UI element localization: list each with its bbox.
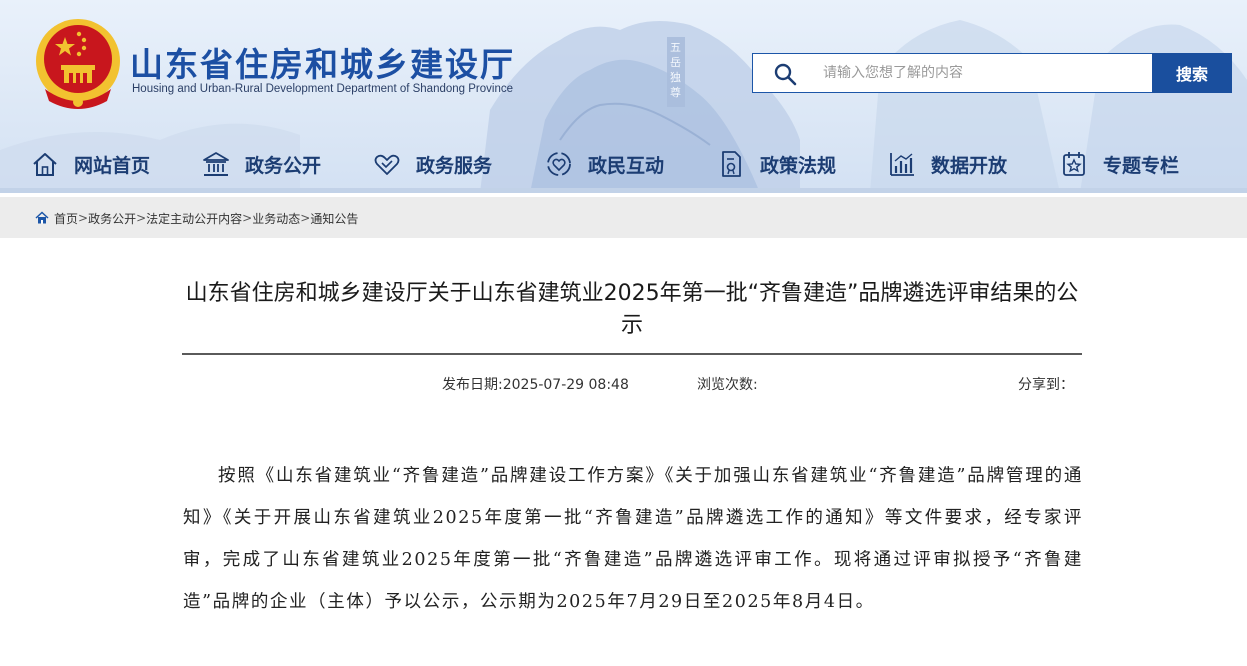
breadcrumb-separator: > xyxy=(136,211,147,225)
breadcrumb-separator: > xyxy=(300,211,311,225)
header-divider xyxy=(0,188,1247,193)
national-emblem-logo xyxy=(36,19,120,109)
main-navigation: 网站首页 政务公开 政务服务 政民互动 政策法规 数据开放 专题专栏 xyxy=(0,142,1247,186)
interaction-icon xyxy=(547,152,571,176)
breadcrumb-bar: 首页 > 政务公开 > 法定主动公开内容 > 业务动态 > 通知公告 xyxy=(0,197,1247,238)
article-body-paragraph: 按照《山东省建筑业“齐鲁建造”品牌建设工作方案》《关于加强山东省建筑业“齐鲁建造… xyxy=(183,466,1083,612)
nav-item-government-services[interactable]: 政务服务 xyxy=(372,142,492,186)
share-label[interactable]: 分享到： xyxy=(1018,374,1074,394)
nav-item-home[interactable]: 网站首页 xyxy=(30,142,150,186)
nav-item-special-topics[interactable]: 专题专栏 xyxy=(1059,142,1179,186)
nav-label: 政民互动 xyxy=(588,154,665,177)
nav-item-public-interaction[interactable]: 政民互动 xyxy=(544,142,664,186)
nav-label: 数据开放 xyxy=(931,154,1008,177)
site-header: 五岳独尊 山东省住房和城乡建设厅 Housing and Urban-Rural… xyxy=(0,0,1247,193)
nav-label: 政策法规 xyxy=(760,154,837,177)
breadcrumb-link-business-news[interactable]: 业务动态 xyxy=(252,210,300,227)
breadcrumb-separator: > xyxy=(78,211,89,225)
site-title: 山东省住房和城乡建设厅 xyxy=(130,45,515,84)
nav-label: 专题专栏 xyxy=(1103,154,1180,177)
data-chart-icon xyxy=(890,153,914,176)
breadcrumb-separator: > xyxy=(242,211,253,225)
search-button[interactable]: 搜索 xyxy=(1152,53,1232,93)
nav-label: 政务服务 xyxy=(416,154,493,177)
home-icon xyxy=(33,153,57,176)
site-subtitle: Housing and Urban-Rural Development Depa… xyxy=(132,83,513,95)
nav-item-policies-regulations[interactable]: 政策法规 xyxy=(716,142,836,186)
breadcrumb-link-government-affairs[interactable]: 政务公开 xyxy=(88,210,136,227)
nav-label: 网站首页 xyxy=(74,154,151,177)
title-divider xyxy=(182,353,1082,355)
nav-item-government-affairs[interactable]: 政务公开 xyxy=(201,142,321,186)
search-icon[interactable] xyxy=(773,62,797,86)
view-count-label: 浏览次数: xyxy=(697,377,758,393)
search-input[interactable] xyxy=(823,54,1143,92)
breadcrumb: 首页 > 政务公开 > 法定主动公开内容 > 业务动态 > 通知公告 xyxy=(35,209,358,227)
mountain-seal-text: 五岳独尊 xyxy=(670,41,681,99)
home-icon xyxy=(35,211,49,224)
handshake-icon xyxy=(374,154,400,175)
special-topic-icon xyxy=(1063,152,1085,176)
breadcrumb-link-statutory-content[interactable]: 法定主动公开内容 xyxy=(146,210,242,227)
article-title: 山东省住房和城乡建设厅关于山东省建筑业2025年第一批“齐鲁建造”品牌遴选评审结… xyxy=(185,281,1079,338)
breadcrumb-link-home[interactable]: 首页 xyxy=(54,210,78,227)
policy-document-icon xyxy=(722,151,741,177)
nav-label: 政务公开 xyxy=(245,154,322,177)
search-box xyxy=(752,53,1153,93)
government-building-icon xyxy=(203,152,229,176)
breadcrumb-link-notices[interactable]: 通知公告 xyxy=(310,210,358,227)
publish-date: 发布日期:2025-07-29 08:48 xyxy=(442,377,629,393)
nav-item-open-data[interactable]: 数据开放 xyxy=(887,142,1007,186)
